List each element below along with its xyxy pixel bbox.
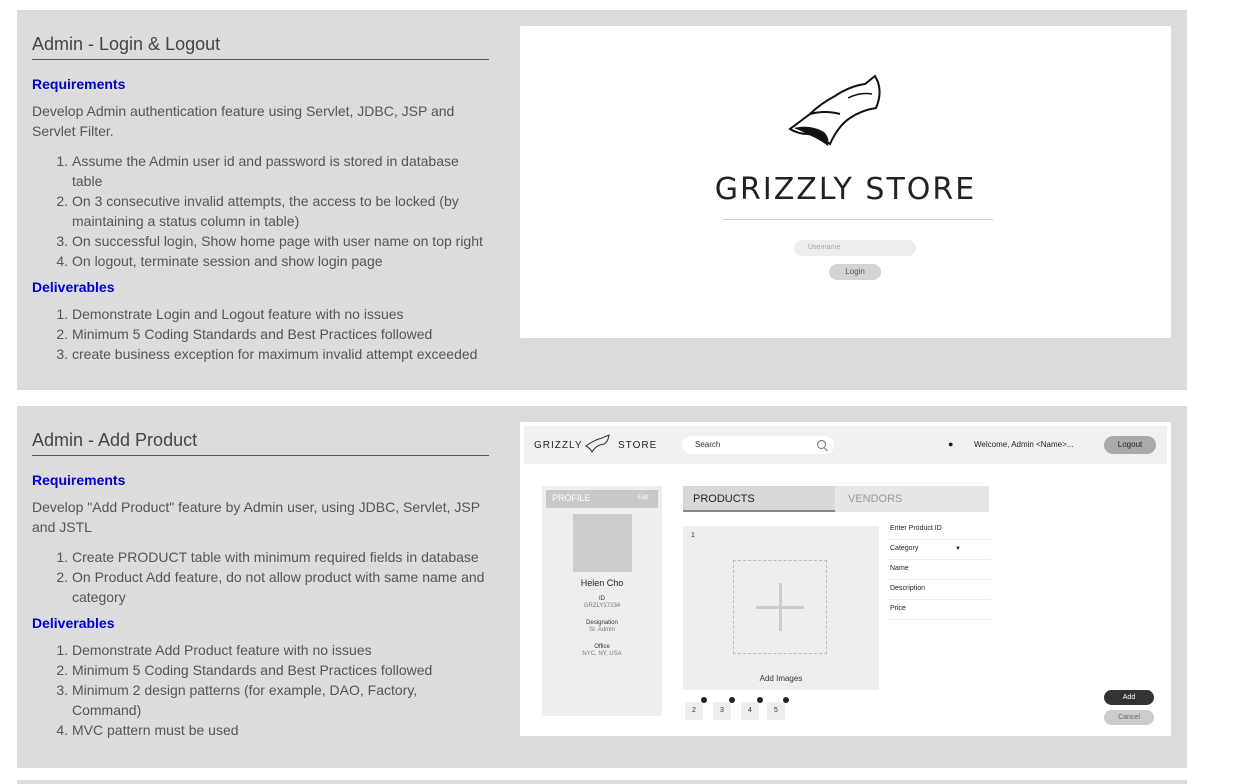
brand-right: STORE [618, 440, 658, 451]
price-field[interactable]: Price [888, 600, 991, 620]
tab-products[interactable]: PRODUCTS [683, 486, 835, 512]
profile-edit-link[interactable]: Edit [638, 495, 648, 501]
search-input[interactable]: Search [682, 436, 834, 454]
profile-card: PROFILE Edit Helen Cho ID GRZLY17234 Des… [542, 486, 662, 716]
logout-button[interactable]: Logout [1104, 436, 1156, 454]
plus-icon [756, 606, 804, 609]
add-images-label: Add Images [759, 674, 803, 683]
add-product-section-panel: Admin - Add Product Requirements Develop… [17, 406, 1187, 768]
remove-icon[interactable] [701, 697, 707, 703]
requirements-heading: Requirements [32, 472, 126, 488]
section-title: Admin - Login & Logout [32, 34, 489, 60]
user-icon: ● [948, 439, 954, 449]
welcome-text: Welcome, Admin <Name>... [974, 440, 1074, 449]
remove-icon[interactable] [783, 697, 789, 703]
add-button[interactable]: Add [1104, 690, 1154, 705]
image-upload-area: 1 Add Images [683, 526, 879, 690]
list-item: On logout, terminate session and show lo… [72, 251, 489, 271]
wolf-logo-icon [585, 434, 610, 454]
image-index: 1 [691, 532, 695, 539]
section-title: Admin - Add Product [32, 430, 489, 456]
section-description: Develop Admin authentication feature usi… [32, 103, 455, 139]
search-placeholder: Search [695, 440, 721, 449]
profile-name: Helen Cho [580, 578, 624, 588]
thumbnail[interactable]: 5 [767, 697, 789, 720]
list-item: Minimum 5 Coding Standards and Best Prac… [72, 660, 489, 680]
list-item: Demonstrate Login and Logout feature wit… [72, 304, 489, 324]
thumbnail[interactable]: 2 [685, 697, 707, 720]
list-item: Create PRODUCT table with minimum requir… [72, 547, 489, 567]
brand-name: GRIZZLY STORE [714, 172, 977, 207]
office-value: NYC, NY, USA [582, 651, 622, 657]
list-item: MVC pattern must be used [72, 720, 489, 740]
login-mockup: GRIZZLY STORE Username Login [520, 26, 1171, 338]
name-field[interactable]: Name [888, 560, 991, 580]
deliverables-heading: Deliverables [32, 615, 115, 631]
id-label: ID [599, 596, 605, 602]
requirements-list: Assume the Admin user id and password is… [32, 151, 489, 271]
remove-icon[interactable] [757, 697, 763, 703]
designation-value: Sr. Admin [589, 627, 615, 633]
remove-icon[interactable] [729, 697, 735, 703]
divider [723, 219, 993, 220]
next-section-edge [17, 780, 1187, 784]
add-product-mockup: GRIZZLY STORE Search ● Welcome, Admin <N… [520, 422, 1171, 736]
section-description: Develop "Add Product" feature by Admin u… [32, 499, 480, 535]
profile-title: PROFILE [552, 493, 591, 503]
deliverables-list: Demonstrate Add Product feature with no … [32, 640, 489, 740]
deliverables-heading: Deliverables [32, 279, 115, 295]
top-bar: GRIZZLY STORE Search ● Welcome, Admin <N… [524, 426, 1167, 464]
list-item: On 3 consecutive invalid attempts, the a… [72, 191, 489, 231]
deliverables-list: Demonstrate Login and Logout feature wit… [32, 304, 489, 364]
designation-label: Designation [586, 620, 618, 626]
product-id-field[interactable]: Enter Product ID [888, 520, 991, 540]
requirements-list: Create PRODUCT table with minimum requir… [32, 547, 489, 607]
list-item: Demonstrate Add Product feature with no … [72, 640, 489, 660]
id-value: GRZLY17234 [583, 603, 621, 609]
avatar [573, 514, 632, 572]
add-product-section-text: Admin - Add Product Requirements Develop… [32, 430, 489, 740]
tab-vendors[interactable]: VENDORS [835, 486, 989, 512]
profile-header: PROFILE Edit [546, 490, 658, 508]
list-item: Minimum 5 Coding Standards and Best Prac… [72, 324, 489, 344]
thumbnail-number: 2 [692, 707, 696, 714]
category-label: Category [890, 545, 919, 552]
login-section-text: Admin - Login & Logout Requirements Deve… [32, 34, 489, 364]
login-button[interactable]: Login [829, 264, 881, 280]
thumbnail[interactable]: 4 [741, 697, 763, 720]
thumbnail-number: 3 [720, 707, 724, 714]
username-input[interactable]: Username [794, 240, 916, 256]
thumbnail-number: 4 [748, 707, 752, 714]
chevron-down-icon: ▼ [955, 546, 961, 552]
search-icon[interactable] [817, 440, 826, 449]
brand-left: GRIZZLY [534, 440, 583, 451]
office-label: Office [594, 644, 610, 650]
cancel-button[interactable]: Cancel [1104, 710, 1154, 725]
requirements-heading: Requirements [32, 76, 126, 92]
list-item: On Product Add feature, do not allow pro… [72, 567, 489, 607]
thumbnail[interactable]: 3 [713, 697, 735, 720]
description-field[interactable]: Description [888, 580, 991, 600]
login-section-panel: Admin - Login & Logout Requirements Deve… [17, 10, 1187, 390]
category-select[interactable]: Category ▼ [888, 540, 991, 560]
thumbnail-number: 5 [774, 707, 778, 714]
list-item: Minimum 2 design patterns (for example, … [72, 680, 489, 720]
list-item: On successful login, Show home page with… [72, 231, 489, 251]
list-item: create business exception for maximum in… [72, 344, 489, 364]
image-dropzone[interactable] [733, 560, 827, 654]
wolf-head-icon [788, 74, 881, 146]
list-item: Assume the Admin user id and password is… [72, 151, 489, 191]
